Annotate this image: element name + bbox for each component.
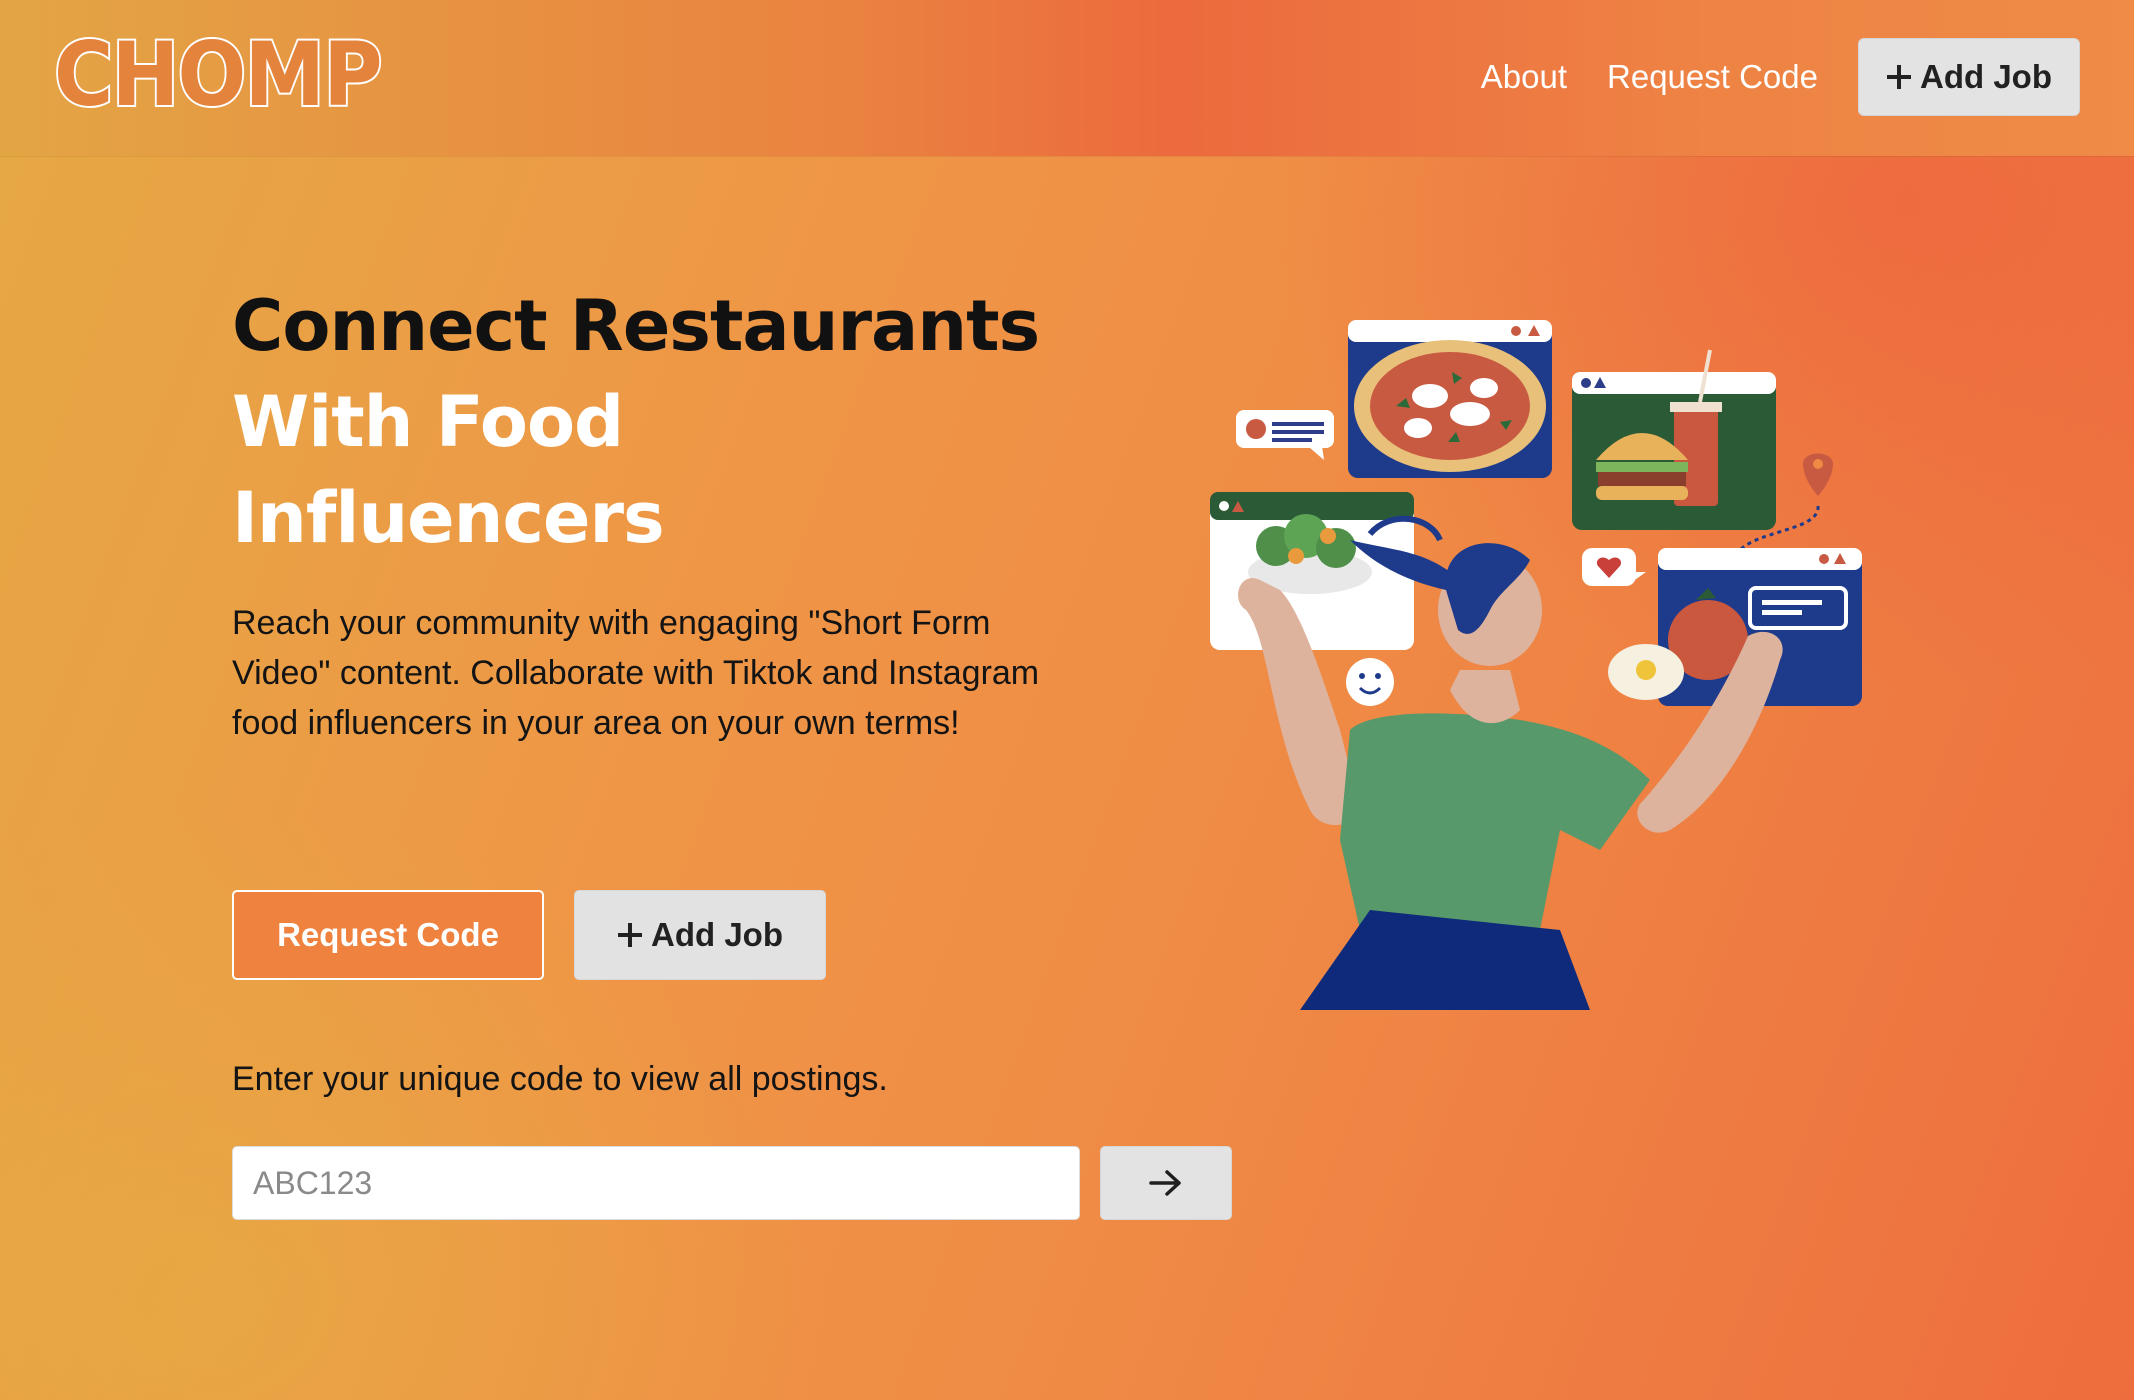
hero-title-line2: With Food — [232, 381, 624, 463]
unique-code-input[interactable] — [232, 1146, 1080, 1220]
hero-actions: Request Code Add Job — [232, 890, 826, 980]
nav-links: About Request Code Add Job — [1481, 38, 2080, 116]
nav-about-link[interactable]: About — [1481, 58, 1567, 96]
add-job-button[interactable]: Add Job — [574, 890, 826, 980]
add-job-label: Add Job — [651, 916, 783, 953]
heart-bubble-icon — [1582, 548, 1646, 586]
top-navbar: CHOMP About Request Code Add Job — [0, 0, 2134, 156]
code-prompt-text: Enter your unique code to view all posti… — [232, 1060, 888, 1098]
plus-icon — [1887, 65, 1911, 89]
nav-add-job-button[interactable]: Add Job — [1858, 38, 2080, 116]
request-code-button[interactable]: Request Code — [232, 890, 544, 980]
arrow-right-icon — [1149, 1170, 1181, 1196]
message-bubble-icon — [1236, 410, 1334, 460]
burger-card — [1572, 349, 1776, 530]
hero-title: Connect Restaurants With Food Influencer… — [232, 278, 1040, 566]
hero-title-line3: Influencers — [232, 477, 665, 559]
nav-request-code-link[interactable]: Request Code — [1607, 58, 1818, 96]
hero-description: Reach your community with engaging "Shor… — [232, 604, 1040, 742]
pizza-card — [1348, 320, 1552, 478]
plus-icon — [618, 923, 642, 947]
submit-code-button[interactable] — [1100, 1146, 1232, 1220]
nav-add-job-label: Add Job — [1920, 58, 2052, 95]
food-influencer-illustration — [1210, 320, 1862, 1010]
smiley-icon — [1346, 658, 1394, 706]
salad-card — [1210, 492, 1414, 650]
hero-title-line1: Connect Restaurants — [232, 285, 1040, 367]
chomp-logo[interactable]: CHOMP — [52, 28, 384, 122]
